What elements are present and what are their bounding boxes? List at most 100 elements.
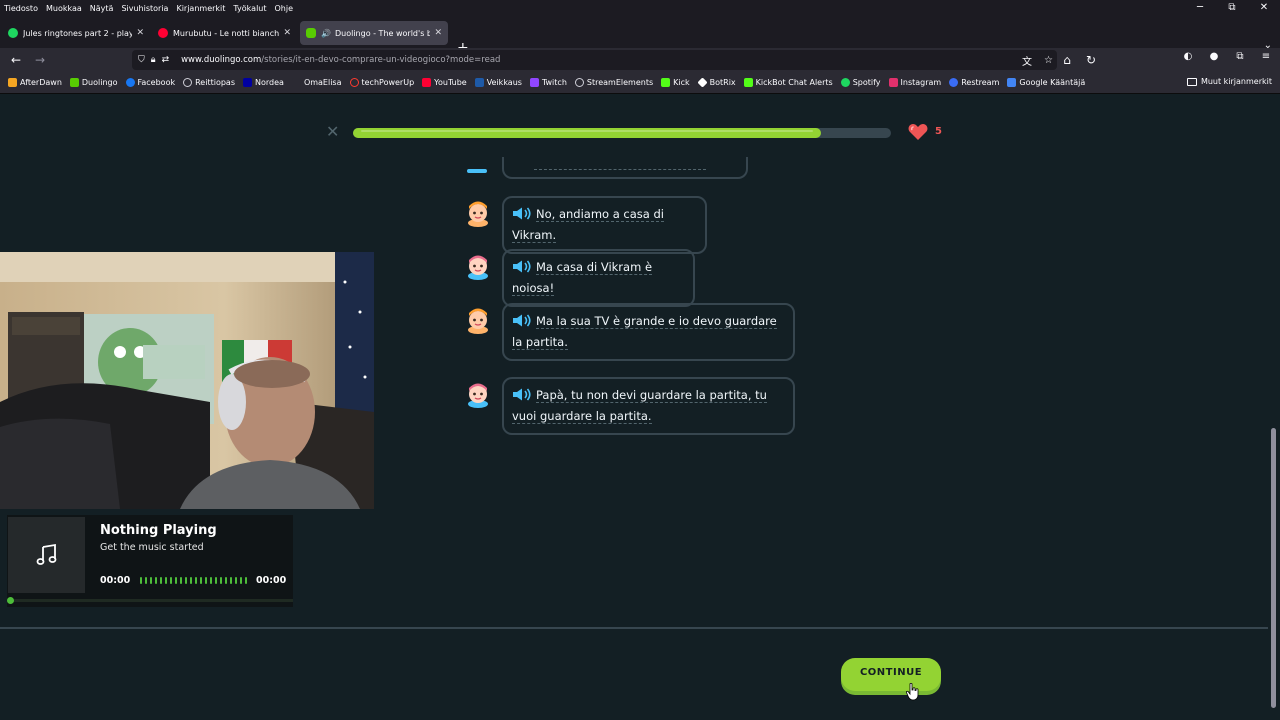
music-note-icon: [36, 543, 56, 565]
menu-view[interactable]: Näytä: [86, 4, 118, 13]
kickbot-icon: [743, 78, 753, 87]
bookmark-restream[interactable]: Restream: [949, 78, 999, 87]
url-bar[interactable]: ⛉ 🔒︎ ⇄ www.duolingo.com/stories/it-en-de…: [132, 50, 1057, 70]
speaker-icon[interactable]: [512, 207, 532, 220]
mouse-pointer-icon: [906, 683, 919, 701]
dialogue-bubble: Ma la sua TV è grande e io devo guardare…: [502, 303, 795, 361]
equalizer-bar: [210, 577, 212, 584]
bookmark-nordea[interactable]: Nordea: [243, 78, 284, 87]
bookmark-label: KickBot Chat Alerts: [755, 78, 833, 87]
restore-button[interactable]: ⧉: [1216, 0, 1248, 16]
kick-icon: [661, 78, 671, 87]
globe-icon: [183, 78, 193, 87]
reload-icon[interactable]: ↻: [1082, 51, 1100, 69]
tab-close-icon[interactable]: ✕: [434, 28, 442, 38]
bookmark-label: AfterDawn: [20, 78, 62, 87]
speaker-icon[interactable]: 🔊: [321, 29, 331, 38]
app-menu-icon[interactable]: ≡: [1258, 51, 1274, 62]
back-icon[interactable]: ←: [7, 51, 25, 69]
page-scrollbar[interactable]: [1270, 95, 1277, 720]
bookmark-google-translate[interactable]: Google Kääntäjä: [1007, 78, 1085, 87]
menu-bookmarks[interactable]: Kirjanmerkit: [172, 4, 229, 13]
dialogue-text[interactable]: Ma casa di Vikram è noiosa!: [512, 260, 653, 296]
shield-icon[interactable]: ⛉: [138, 55, 145, 65]
url-text[interactable]: www.duolingo.com/stories/it-en-devo-comp…: [181, 55, 500, 65]
minimize-button[interactable]: ─: [1184, 0, 1216, 16]
lock-icon[interactable]: 🔒︎: [151, 55, 156, 65]
tab-bar: Jules ringtones part 2 - playlist by ✕ M…: [0, 16, 1280, 56]
bookmark-facebook[interactable]: Facebook: [125, 78, 175, 87]
tab-title: Duolingo - The world's best way: [334, 28, 431, 38]
bookmark-afterdawn[interactable]: AfterDawn: [8, 78, 62, 87]
home-icon[interactable]: ⌂: [1058, 51, 1076, 69]
tab-close-icon[interactable]: ✕: [136, 28, 144, 38]
tab-spotify[interactable]: Jules ringtones part 2 - playlist by ✕: [2, 21, 150, 45]
bookmark-kickbot[interactable]: KickBot Chat Alerts: [743, 78, 833, 87]
music-time-elapsed: 00:00: [100, 575, 131, 586]
folder-icon: [1186, 77, 1197, 86]
spotify-icon: [840, 78, 850, 87]
bookmark-star-icon[interactable]: ☆: [1044, 55, 1053, 66]
youtube-icon: [422, 78, 432, 87]
duolingo-icon: [306, 28, 316, 38]
bookmark-botrix[interactable]: BotRix: [697, 77, 736, 88]
speaker-icon[interactable]: [512, 314, 532, 327]
equalizer-bar: [220, 577, 222, 584]
tab-duolingo[interactable]: 🔊 Duolingo - The world's best way ✕: [300, 21, 448, 45]
window-controls: ─ ⧉ ✕: [1184, 0, 1280, 16]
profile-icon[interactable]: ●: [1206, 51, 1222, 62]
menu-history[interactable]: Sivuhistoria: [117, 4, 172, 13]
equalizer-bar: [175, 577, 177, 584]
character-avatar-icon: [468, 201, 488, 227]
toolbar-extensions: ◐ ● ⧉ ≡: [1180, 51, 1274, 62]
continue-button[interactable]: CONTINUE: [841, 658, 941, 691]
bookmark-twitch[interactable]: Twitch: [529, 78, 567, 87]
bookmark-youtube[interactable]: YouTube: [422, 78, 467, 87]
permissions-icon[interactable]: ⇄: [162, 55, 170, 65]
equalizer-bar: [185, 577, 187, 584]
menu-tools[interactable]: Työkalut: [229, 4, 270, 13]
bookmark-duolingo[interactable]: Duolingo: [69, 78, 118, 87]
bookmark-instagram[interactable]: Instagram: [888, 78, 941, 87]
extension-icon[interactable]: ◐: [1180, 51, 1196, 62]
bookmark-omaelisa[interactable]: OmaElisa: [291, 78, 342, 87]
speaker-icon[interactable]: [512, 388, 532, 401]
bookmark-label: BotRix: [709, 78, 736, 87]
character-avatar-icon: [468, 255, 488, 280]
menu-help[interactable]: Ohje: [271, 4, 298, 13]
afterdawn-icon: [8, 78, 17, 87]
bookmark-reittiopas[interactable]: Reittiopas: [183, 78, 235, 87]
twitch-icon: [529, 78, 539, 87]
dialogue-text[interactable]: Papà, tu non devi guardare la partita, t…: [512, 388, 767, 424]
bookmark-techpowerup[interactable]: techPowerUp: [349, 78, 414, 87]
duolingo-story-page: ✕ 5 No, andiamo a casa di Vikram. Ma cas…: [0, 95, 1280, 720]
translate-icon[interactable]: 文: [1022, 53, 1032, 68]
extensions-puzzle-icon[interactable]: ⧉: [1232, 51, 1248, 62]
bookmark-veikkaus[interactable]: Veikkaus: [474, 78, 522, 87]
tab-youtube[interactable]: Murubutu - Le notti bianche - feat. ✕: [152, 21, 297, 45]
tab-close-icon[interactable]: ✕: [283, 28, 291, 38]
other-bookmarks[interactable]: Muut kirjanmerkit: [1186, 77, 1272, 86]
forward-icon[interactable]: →: [31, 51, 49, 69]
equalizer-bar: [190, 577, 192, 584]
album-art-placeholder: [8, 517, 85, 593]
close-window-button[interactable]: ✕: [1248, 0, 1280, 16]
scrollbar-thumb[interactable]: [1271, 428, 1276, 708]
url-domain: www.duolingo.com: [181, 55, 262, 65]
equalizer-bar: [145, 577, 147, 584]
bookmark-spotify[interactable]: Spotify: [840, 78, 881, 87]
dialogue-text[interactable]: Ma la sua TV è grande e io devo guardare…: [512, 314, 777, 350]
bookmark-kick[interactable]: Kick: [661, 78, 690, 87]
music-player-widget: Nothing Playing Get the music started 00…: [7, 515, 293, 607]
menu-edit[interactable]: Muokkaa: [42, 4, 86, 13]
menu-file[interactable]: Tiedosto: [0, 4, 42, 13]
bookmark-streamelements[interactable]: StreamElements: [574, 78, 654, 87]
dialogue-text[interactable]: No, andiamo a casa di Vikram.: [512, 207, 664, 243]
speaker-icon[interactable]: [512, 260, 532, 273]
menu-bar: Tiedosto Muokkaa Näytä Sivuhistoria Kirj…: [0, 0, 1280, 16]
equalizer-bar: [230, 577, 232, 584]
close-lesson-icon[interactable]: ✕: [326, 124, 339, 140]
youtube-icon: [158, 28, 168, 38]
bookmark-label: StreamElements: [586, 78, 654, 87]
url-path: /stories/it-en-devo-comprare-un-videogio…: [261, 55, 501, 65]
